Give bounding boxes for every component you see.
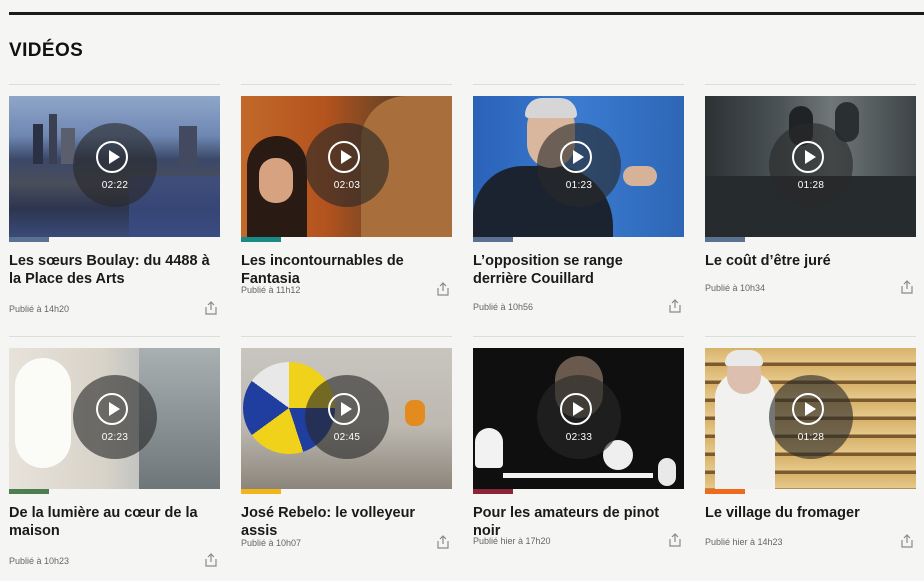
video-thumbnail[interactable]: 02:33 xyxy=(473,348,684,489)
section-title: VIDÉOS xyxy=(9,40,84,61)
share-icon[interactable] xyxy=(900,280,914,294)
category-color-bar xyxy=(9,237,49,242)
published-time: Publié à 10h34 xyxy=(705,283,766,293)
category-color-bar xyxy=(241,489,281,494)
play-icon xyxy=(560,393,592,425)
play-button[interactable]: 02:03 xyxy=(305,123,389,207)
video-duration: 02:45 xyxy=(333,432,361,443)
share-icon[interactable] xyxy=(204,553,218,567)
play-button[interactable]: 02:33 xyxy=(537,375,621,459)
play-button[interactable]: 01:28 xyxy=(769,375,853,459)
published-time: Publié à 10h56 xyxy=(473,302,534,312)
published-time: Publié hier à 17h20 xyxy=(473,536,551,546)
share-icon[interactable] xyxy=(668,299,682,313)
video-duration: 01:28 xyxy=(797,432,825,443)
video-thumbnail[interactable]: 02:23 xyxy=(9,348,220,489)
card-divider xyxy=(241,336,452,337)
play-icon xyxy=(792,141,824,173)
published-time: Publié à 10h23 xyxy=(9,556,70,566)
play-button[interactable]: 02:23 xyxy=(73,375,157,459)
card-divider xyxy=(473,84,684,85)
published-time: Publié hier à 14h23 xyxy=(705,537,783,547)
video-thumbnail[interactable]: 02:22 xyxy=(9,96,220,237)
play-icon xyxy=(560,141,592,173)
category-color-bar xyxy=(9,489,49,494)
video-duration: 01:28 xyxy=(797,180,825,191)
category-color-bar xyxy=(473,237,513,242)
top-divider xyxy=(9,12,924,15)
video-title[interactable]: Le village du fromager xyxy=(705,504,911,522)
card-divider xyxy=(705,84,916,85)
video-thumbnail[interactable]: 02:45 xyxy=(241,348,452,489)
share-icon[interactable] xyxy=(900,534,914,548)
video-thumbnail[interactable]: 02:03 xyxy=(241,96,452,237)
published-time: Publié à 10h07 xyxy=(241,538,302,548)
category-color-bar xyxy=(705,237,745,242)
video-title[interactable]: Les incontournables de Fantasia xyxy=(241,252,447,288)
published-time: Publié à 14h20 xyxy=(9,304,70,314)
play-icon xyxy=(96,393,128,425)
video-title[interactable]: José Rebelo: le volleyeur assis xyxy=(241,504,447,540)
play-button[interactable]: 01:23 xyxy=(537,123,621,207)
card-divider xyxy=(241,84,452,85)
video-duration: 02:03 xyxy=(333,180,361,191)
category-color-bar xyxy=(473,489,513,494)
video-duration: 01:23 xyxy=(565,180,593,191)
share-icon[interactable] xyxy=(436,535,450,549)
share-icon[interactable] xyxy=(668,533,682,547)
video-title[interactable]: L’opposition se range derrière Couillard xyxy=(473,252,679,288)
card-divider xyxy=(473,336,684,337)
share-icon[interactable] xyxy=(204,301,218,315)
category-color-bar xyxy=(241,237,281,242)
video-duration: 02:22 xyxy=(101,180,129,191)
play-icon xyxy=(328,393,360,425)
video-duration: 02:33 xyxy=(565,432,593,443)
card-divider xyxy=(9,336,220,337)
play-icon xyxy=(328,141,360,173)
video-title[interactable]: Pour les amateurs de pinot noir xyxy=(473,504,679,540)
published-time: Publié à 11h12 xyxy=(241,285,301,295)
video-thumbnail[interactable]: 01:28 xyxy=(705,96,916,237)
play-icon xyxy=(792,393,824,425)
category-color-bar xyxy=(705,489,745,494)
play-button[interactable]: 01:28 xyxy=(769,123,853,207)
video-title[interactable]: Les sœurs Boulay: du 4488 à la Place des… xyxy=(9,252,215,288)
video-duration: 02:23 xyxy=(101,432,129,443)
share-icon[interactable] xyxy=(436,282,450,296)
video-thumbnail[interactable]: 01:23 xyxy=(473,96,684,237)
card-divider xyxy=(705,336,916,337)
play-button[interactable]: 02:45 xyxy=(305,375,389,459)
video-title[interactable]: De la lumière au cœur de la maison xyxy=(9,504,215,540)
play-icon xyxy=(96,141,128,173)
video-thumbnail[interactable]: 01:28 xyxy=(705,348,916,489)
video-title[interactable]: Le coût d’être juré xyxy=(705,252,911,270)
card-divider xyxy=(9,84,220,85)
play-button[interactable]: 02:22 xyxy=(73,123,157,207)
